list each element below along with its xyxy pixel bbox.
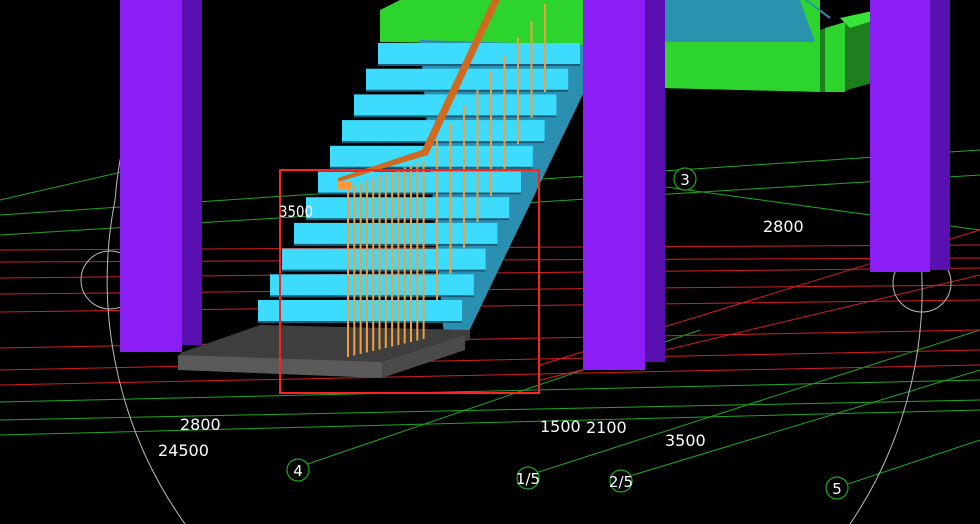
dim-1500: 1500 (540, 417, 581, 436)
dim-3500-partial: 3500 (279, 202, 313, 221)
stair-step (378, 43, 580, 66)
stair-step (354, 94, 557, 118)
3d-viewport[interactable]: 2800 2800 24500 1500 2100 3500 3500 3 4 … (0, 0, 980, 524)
step-face (270, 274, 474, 297)
axis-marker-5: 5 (825, 476, 849, 500)
step-face (342, 120, 545, 143)
axis-marker-4: 4 (286, 458, 310, 482)
dim-3500-right: 3500 (665, 431, 706, 450)
step-face (294, 222, 498, 245)
dim-2800-right: 2800 (763, 217, 804, 236)
column-right-side (930, 0, 950, 270)
axis-marker-1-5: 1/5 (516, 466, 540, 490)
slab-edge (825, 22, 845, 92)
step-face (330, 145, 533, 168)
column-left-front (120, 0, 182, 352)
stair-step (270, 274, 474, 298)
column-left-side (182, 0, 202, 345)
dim-24500: 24500 (158, 441, 209, 460)
step-face (282, 248, 486, 271)
stair-step (282, 248, 486, 272)
axis-marker-3: 3 (673, 167, 697, 191)
stair-step (306, 197, 510, 221)
svg-text:3: 3 (680, 171, 690, 189)
column-middle-front (583, 0, 645, 370)
step-face (366, 68, 569, 91)
slab-teal-face (660, 0, 815, 42)
svg-text:4: 4 (293, 462, 303, 480)
handrail-end-cap (338, 181, 352, 189)
stair-step (342, 120, 545, 144)
step-face (378, 43, 580, 65)
column-right-front (870, 0, 930, 272)
column-middle-side (645, 0, 665, 362)
svg-text:1/5: 1/5 (516, 470, 540, 488)
dim-2100: 2100 (586, 418, 627, 437)
step-face (354, 94, 557, 117)
stair-step (330, 145, 533, 169)
svg-text:5: 5 (832, 480, 842, 498)
svg-text:2/5: 2/5 (609, 473, 633, 491)
stair-step (294, 222, 498, 246)
axis-marker-2-5: 2/5 (609, 469, 633, 493)
step-face (306, 197, 510, 220)
stair-step (366, 68, 569, 92)
dim-2800-left: 2800 (180, 415, 221, 434)
